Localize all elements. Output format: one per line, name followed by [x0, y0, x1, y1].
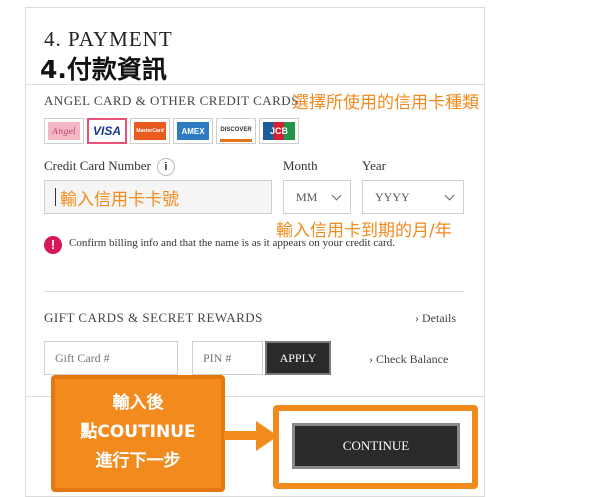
card-option-amex[interactable]: AMEX: [173, 118, 213, 144]
month-select-value: MM: [296, 189, 318, 204]
angel-card-icon: Angel: [48, 122, 80, 140]
pin-input[interactable]: [192, 341, 263, 375]
billing-warning-text: Confirm billing info and that the name i…: [69, 237, 395, 249]
month-select[interactable]: MM: [283, 180, 351, 214]
gift-heading: GIFT CARDS & SECRET REWARDS: [44, 310, 263, 325]
visa-card-icon: VISA: [92, 124, 121, 138]
gift-card-input[interactable]: [44, 341, 178, 375]
card-number-input[interactable]: 輸入信用卡卡號: [44, 180, 272, 214]
mastercard-icon: MasterCard: [134, 122, 166, 140]
amex-card-icon: AMEX: [177, 122, 209, 140]
card-type-note: 選擇所使用的信用卡種類: [292, 93, 479, 113]
text-cursor: [55, 188, 56, 206]
chevron-down-icon: [444, 190, 455, 200]
instruction-callout: 輸入後 點COUTINUE 進行下一步: [51, 375, 225, 492]
details-link[interactable]: › Details: [415, 311, 456, 326]
arrow-right-icon: [224, 421, 278, 451]
card-number-annotation: 輸入信用卡卡號: [60, 189, 179, 210]
card-option-mastercard[interactable]: MasterCard: [130, 118, 170, 144]
month-label: Month: [283, 158, 318, 173]
divider: [44, 291, 464, 292]
callout-line-3: 進行下一步: [95, 451, 181, 471]
year-label: Year: [362, 158, 386, 173]
card-option-jcb[interactable]: JCB: [259, 118, 299, 144]
jcb-card-icon: JCB: [263, 122, 295, 140]
warning-icon: !: [44, 236, 62, 254]
divider: [26, 84, 484, 85]
info-icon[interactable]: i: [156, 158, 175, 176]
callout-line-2: 點COUTINUE: [80, 422, 196, 442]
year-select-value: YYYY: [375, 189, 410, 204]
cards-heading: ANGEL CARD & OTHER CREDIT CARDS: [44, 93, 299, 108]
check-balance-link[interactable]: › Check Balance: [369, 352, 448, 367]
continue-button[interactable]: CONTINUE: [292, 423, 460, 469]
card-option-discover[interactable]: DISCOVER: [216, 118, 256, 144]
card-type-selector: Angel VISA MasterCard AMEX DISCOVER JCB: [44, 118, 299, 144]
card-number-label-text: Credit Card Number: [44, 158, 151, 173]
section-title: 4. PAYMENT: [44, 27, 173, 51]
card-option-visa[interactable]: VISA: [87, 118, 127, 144]
year-select[interactable]: YYYY: [362, 180, 464, 214]
card-option-angel[interactable]: Angel: [44, 118, 84, 144]
callout-line-1: 輸入後: [112, 393, 164, 413]
section-title-zh: 4.付款資訊: [40, 55, 167, 84]
apply-button[interactable]: APPLY: [265, 341, 331, 375]
discover-card-icon: DISCOVER: [220, 121, 252, 142]
card-number-label: Credit Card Number i: [44, 158, 175, 176]
chevron-down-icon: [331, 190, 342, 200]
